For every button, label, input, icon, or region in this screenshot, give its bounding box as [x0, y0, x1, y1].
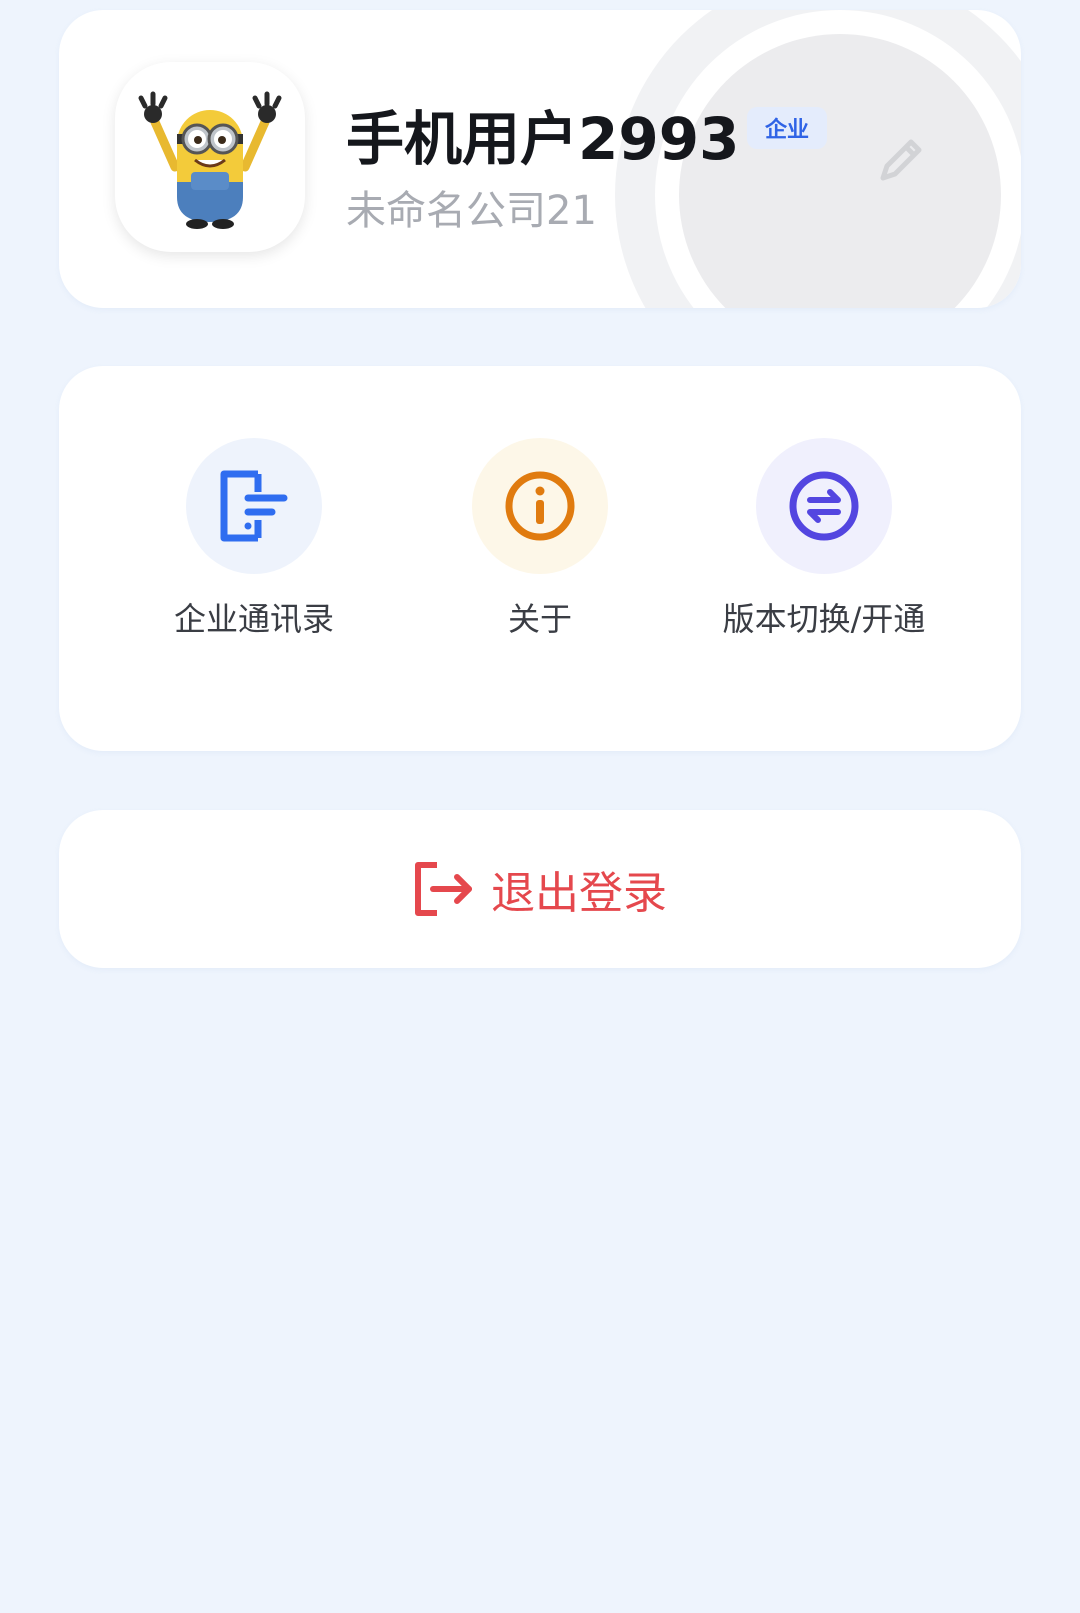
logout-icon: [415, 862, 472, 916]
user-name: 手机用户2993: [346, 105, 740, 173]
minion-avatar-image: [138, 91, 282, 229]
pencil-edit-icon[interactable]: [871, 130, 931, 190]
contacts-icon-bg: [186, 438, 322, 574]
enterprise-badge: 企业: [747, 107, 827, 149]
logout-label: 退出登录: [491, 868, 667, 919]
menu-item-label: 企业通讯录: [173, 600, 334, 638]
company-name: 未命名公司21: [346, 188, 597, 234]
avatar[interactable]: [115, 62, 305, 252]
menu-item-about[interactable]: 关于: [430, 438, 650, 640]
contacts-book-icon: [220, 470, 288, 542]
switch-arrows-icon: [789, 471, 859, 541]
logout-button[interactable]: 退出登录: [59, 810, 1021, 968]
menu-item-contacts[interactable]: 企业通讯录: [144, 438, 364, 640]
info-circle-icon: [505, 471, 575, 541]
version-switch-icon-bg: [756, 438, 892, 574]
menu-card: 企业通讯录 关于 版本切换/开通: [59, 366, 1021, 751]
menu-item-label: 版本切换/开通: [722, 600, 926, 638]
about-icon-bg: [472, 438, 608, 574]
menu-item-label: 关于: [507, 600, 572, 638]
menu-item-version-switch[interactable]: 版本切换/开通: [714, 438, 934, 640]
profile-card[interactable]: 手机用户2993 企业 未命名公司21: [59, 10, 1021, 308]
